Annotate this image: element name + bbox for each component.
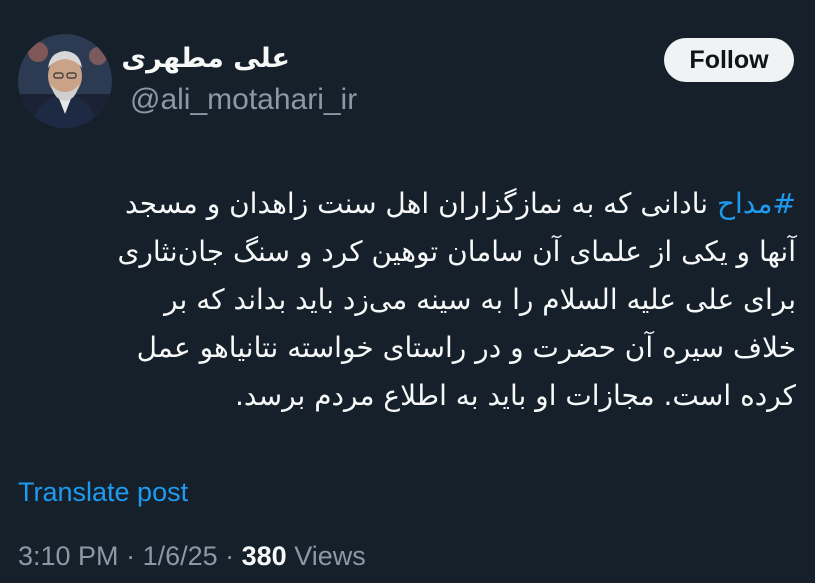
meta-separator-2: · <box>217 541 242 571</box>
tweet-line-4: خلاف سیره آن حضرت و در راستای خواسته نتا… <box>136 331 796 364</box>
hashtag-link[interactable]: #مداح <box>717 187 796 220</box>
tweet-line-3: برای علی علیه السلام را به سینه می‌زد با… <box>164 283 796 316</box>
author-handle[interactable]: @ali_motahari_ir <box>130 82 357 118</box>
tweet-date[interactable]: 1/6/25 <box>143 541 218 571</box>
tweet-line-2: آنها و یکی از علمای آن سامان توهین کرد و… <box>117 235 796 268</box>
tweet-line-5: کرده است. مجازات او باید به اطلاع مردم ب… <box>235 379 796 412</box>
tweet-line-1: #مداح نادانی که به نمازگزاران اهل سنت زا… <box>6 180 796 228</box>
author-name[interactable]: علی مطهری <box>121 40 290 78</box>
tweet-meta: 3:10 PM · 1/6/25 · 380 Views <box>18 538 366 574</box>
meta-separator: · <box>118 541 143 571</box>
tweet-text: #مداح نادانی که به نمازگزاران اهل سنت زا… <box>6 180 796 420</box>
translate-post-link[interactable]: Translate post <box>18 474 188 510</box>
follow-button[interactable]: Follow <box>664 38 794 82</box>
tweet-line-1-text: نادانی که به نمازگزاران اهل سنت زاهدان و… <box>125 187 717 220</box>
profile-photo <box>18 34 112 128</box>
avatar[interactable] <box>18 34 112 128</box>
tweet-time[interactable]: 3:10 PM <box>18 541 119 571</box>
views-label: Views <box>286 541 366 571</box>
views-count[interactable]: 380 <box>242 541 287 571</box>
tweet-card: علی مطهری @ali_motahari_ir Follow #مداح … <box>0 0 815 583</box>
